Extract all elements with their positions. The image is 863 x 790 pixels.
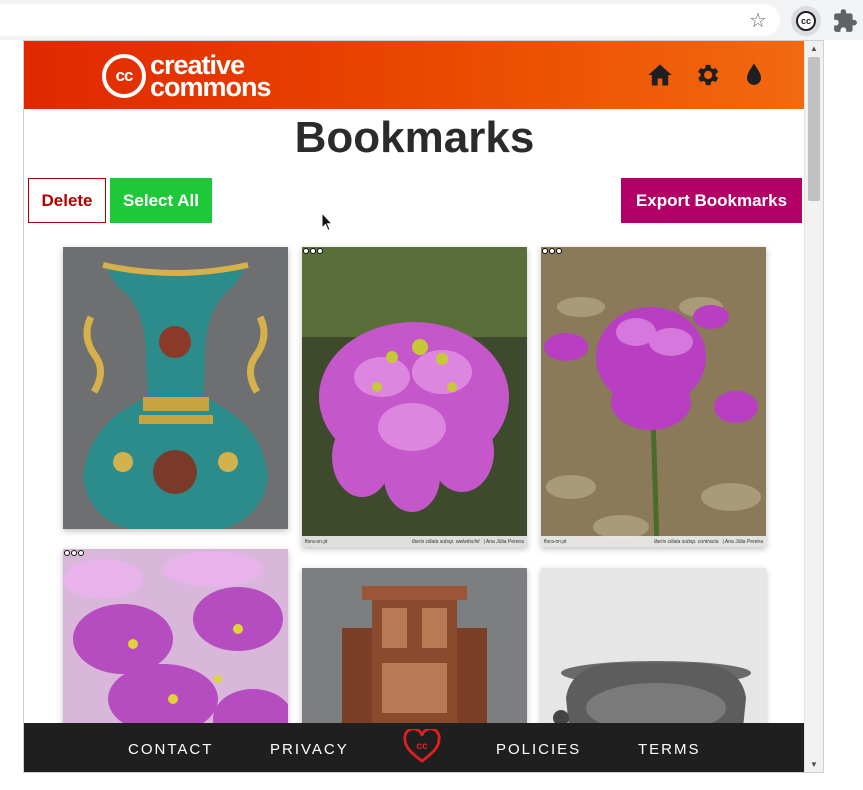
- gear-icon[interactable]: [693, 61, 721, 89]
- image-caption: flora-on.pt Iberis ciliata subsp. welwit…: [302, 536, 527, 547]
- caption-author: | Ana Júlia Pereira: [722, 538, 764, 545]
- home-icon[interactable]: [646, 61, 674, 89]
- footer-link-contact[interactable]: CONTACT: [128, 741, 213, 758]
- creative-commons-logo[interactable]: cc creative commons: [102, 51, 272, 102]
- popup-content: cc creative commons Bookmarks Delete Sel…: [24, 41, 805, 772]
- caption-site: flora-on.pt: [544, 538, 567, 545]
- logo-line-commons: commons: [150, 72, 272, 102]
- select-all-button[interactable]: Select All: [110, 178, 212, 223]
- caption-species: Iberis ciliata subsp. welwitschii: [411, 538, 480, 545]
- address-bar[interactable]: [0, 4, 780, 36]
- cc-extension-icon: cc: [796, 11, 816, 31]
- bookmark-image[interactable]: [302, 568, 527, 748]
- drop-icon[interactable]: [740, 61, 768, 89]
- throne-image: [302, 568, 527, 748]
- image-caption: flora-on.pt Iberis ciliata subsp. contra…: [541, 536, 766, 547]
- cc-extension-button[interactable]: cc: [791, 6, 821, 36]
- bookmark-image[interactable]: [63, 247, 288, 529]
- export-bookmarks-button[interactable]: Export Bookmarks: [621, 178, 802, 223]
- vessel-image: [541, 568, 766, 748]
- flower-image: [541, 247, 766, 547]
- license-badge: [303, 248, 323, 255]
- logo-wordmark: creative commons: [150, 52, 272, 102]
- flower-image: [63, 549, 288, 749]
- bookmark-image[interactable]: flora-on.pt Iberis ciliata subsp. welwit…: [302, 247, 527, 547]
- delete-button[interactable]: Delete: [28, 178, 106, 223]
- vase-image: [63, 247, 288, 529]
- footer-link-terms[interactable]: TERMS: [638, 741, 701, 758]
- footer-link-privacy[interactable]: PRIVACY: [270, 741, 349, 758]
- footer-link-policies[interactable]: POLICIES: [496, 741, 581, 758]
- scrollbar[interactable]: ▲ ▼: [804, 41, 823, 772]
- caption-site: flora-on.pt: [305, 538, 328, 545]
- page-title: Bookmarks: [294, 113, 535, 162]
- license-badge: [542, 248, 562, 255]
- license-badge: [64, 550, 84, 557]
- header: cc creative commons: [24, 41, 805, 109]
- cc-logo-icon: cc: [102, 54, 146, 98]
- caption-author: | Ana Júlia Pereira: [483, 538, 525, 545]
- footer-logo-mark: cc: [416, 741, 428, 752]
- scroll-up-arrow-icon[interactable]: ▲: [810, 44, 818, 53]
- scroll-down-arrow-icon[interactable]: ▼: [810, 760, 818, 769]
- footer: CONTACT PRIVACY cc POLICIES TERMS: [24, 723, 805, 772]
- bookmark-image[interactable]: [63, 549, 288, 749]
- mouse-cursor-icon: [321, 212, 333, 232]
- bookmark-image[interactable]: flora-on.pt Iberis ciliata subsp. contra…: [541, 247, 766, 547]
- browser-toolbar: ☆ cc: [0, 0, 863, 40]
- puzzle-icon[interactable]: [832, 8, 858, 34]
- scroll-thumb[interactable]: [808, 57, 820, 201]
- flower-image: [302, 247, 527, 547]
- cc-heart-logo-icon[interactable]: cc: [403, 729, 441, 763]
- star-icon[interactable]: ☆: [746, 9, 770, 33]
- bookmark-image[interactable]: [541, 568, 766, 748]
- caption-species: Iberis ciliata subsp. contracta: [654, 538, 719, 545]
- extension-popup: cc creative commons Bookmarks Delete Sel…: [23, 40, 824, 773]
